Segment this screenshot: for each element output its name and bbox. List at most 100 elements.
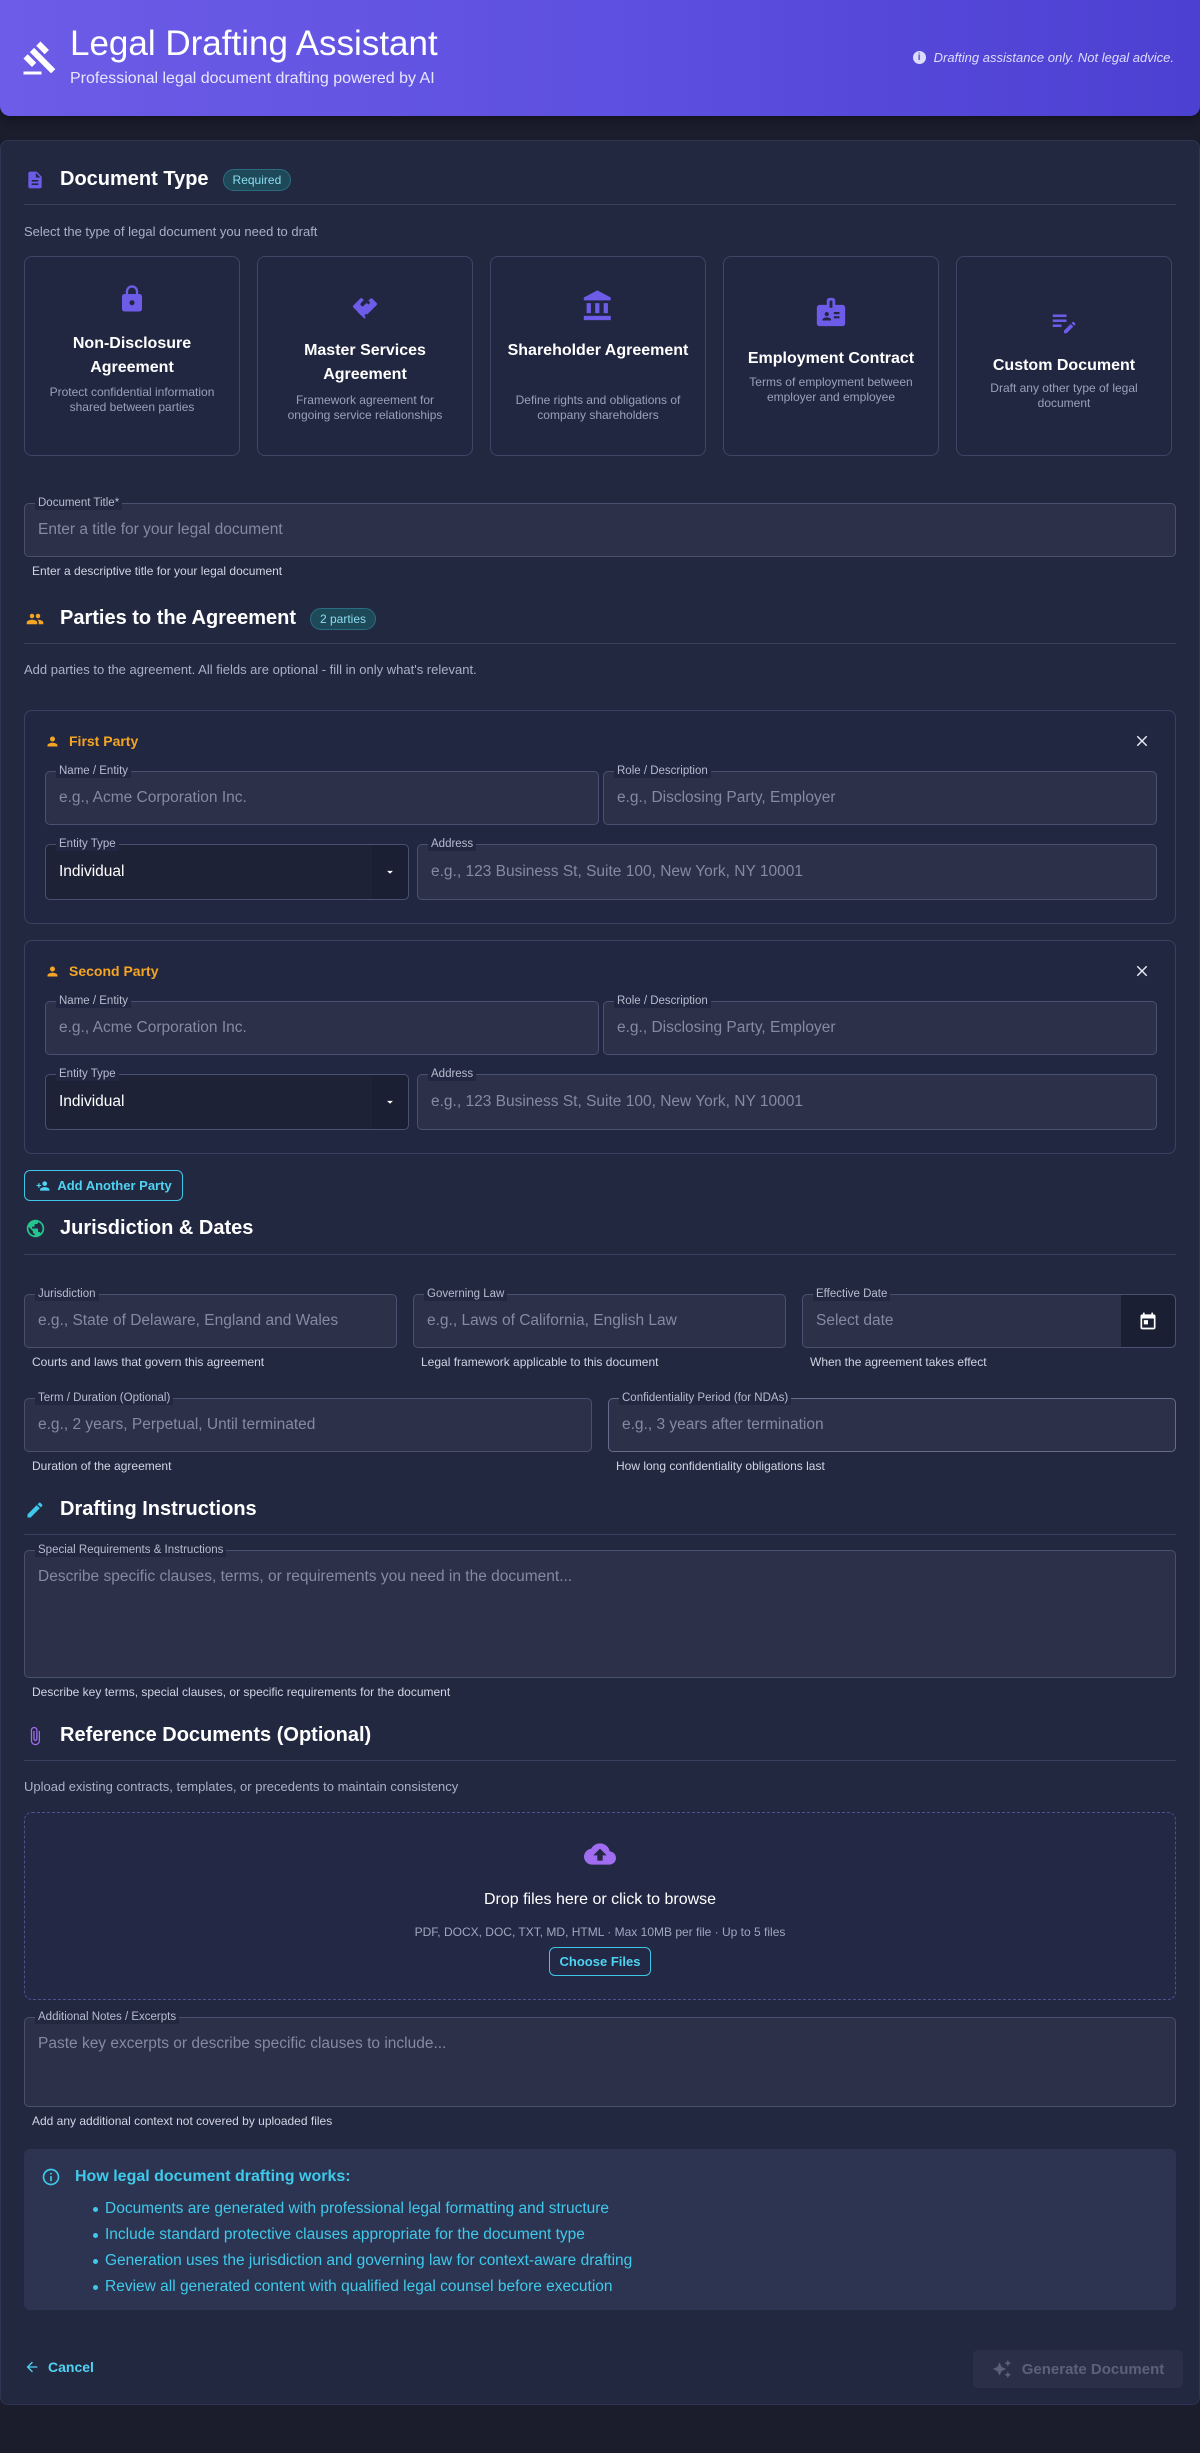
party-address-field[interactable]: Address e.g., 123 Business St, Suite 100…: [417, 837, 1157, 900]
field-label: Entity Type: [56, 837, 119, 851]
field-label: Term / Duration (Optional): [35, 1391, 174, 1405]
form-panel: Document Type Required Select the type o…: [0, 140, 1200, 2405]
chevron-down-icon: [387, 1100, 393, 1104]
party-role-field[interactable]: Role / Description e.g., Disclosing Part…: [603, 994, 1157, 1055]
field-label: Special Requirements & Instructions: [35, 1543, 227, 1557]
gavel-icon: [23, 41, 56, 75]
party-card-first: First Party Name / Entity e.g., Acme Cor…: [24, 710, 1176, 924]
remove-party-close-icon[interactable]: [1133, 732, 1151, 750]
section-title: Drafting Instructions: [60, 1498, 257, 1520]
info-title: How legal document drafting works:: [75, 2168, 351, 2185]
section-description: Select the type of legal document you ne…: [24, 224, 318, 239]
jurisdiction-field[interactable]: Jurisdiction e.g., State of Delaware, En…: [24, 1287, 397, 1348]
dropzone-hint: PDF, DOCX, DOC, TXT, MD, HTML · Max 10MB…: [414, 1925, 786, 1939]
card-title: Employment Contract: [747, 350, 915, 367]
dropdown-button[interactable]: [372, 845, 408, 899]
field-helper: Duration of the agreement: [32, 1459, 172, 1473]
field-placeholder: e.g., State of Delaware, England and Wal…: [38, 1312, 339, 1329]
field-label: Role / Description: [614, 764, 711, 778]
field-placeholder: Describe specific clauses, terms, or req…: [38, 1568, 573, 1585]
card-description: Framework agreement for ongoing service …: [287, 393, 443, 422]
add-party-button[interactable]: Add Another Party: [24, 1170, 183, 1201]
additional-notes-textarea[interactable]: Additional Notes / Excerpts Paste key ex…: [24, 2010, 1176, 2107]
disclaimer-text: Drafting assistance only. Not legal advi…: [933, 50, 1174, 65]
badge-icon: [724, 295, 938, 329]
section-description: Add parties to the agreement. All fields…: [24, 662, 477, 677]
paperclip-icon: [24, 1725, 46, 1747]
party-card-second: Second Party Name / Entity e.g., Acme Co…: [24, 940, 1176, 1154]
field-helper: Enter a descriptive title for your legal…: [32, 564, 283, 578]
field-placeholder: e.g., 123 Business St, Suite 100, New Yo…: [431, 1093, 803, 1110]
card-msa[interactable]: Master Services Agreement Framework agre…: [257, 256, 473, 456]
field-placeholder: e.g., 2 years, Perpetual, Until terminat…: [38, 1416, 316, 1433]
party-count-badge: 2 parties: [310, 607, 377, 630]
person-icon: [47, 736, 58, 746]
section-title: Jurisdiction & Dates: [60, 1217, 254, 1239]
party-address-field[interactable]: Address e.g., 123 Business St, Suite 100…: [417, 1067, 1157, 1130]
document-title-field[interactable]: Document Title* Enter a title for your l…: [24, 496, 1176, 557]
field-placeholder: e.g., Laws of California, English Law: [427, 1312, 677, 1329]
card-description: Define rights and obligations of company…: [515, 393, 681, 422]
remove-party-close-icon[interactable]: [1133, 962, 1151, 980]
choose-files-button[interactable]: Choose Files: [549, 1947, 651, 1976]
pencil-icon: [24, 1499, 46, 1521]
governing-law-field[interactable]: Governing Law e.g., Laws of California, …: [413, 1287, 786, 1348]
dropdown-button[interactable]: [372, 1075, 408, 1129]
entity-type-select[interactable]: Entity Type Individual: [45, 837, 409, 900]
generate-document-button[interactable]: Generate Document: [973, 2350, 1183, 2388]
card-custom[interactable]: Custom Document Draft any other type of …: [956, 256, 1172, 456]
field-placeholder: e.g., Disclosing Party, Employer: [617, 1019, 836, 1036]
sparkle-icon: [992, 2359, 1011, 2379]
app-subtitle: Professional legal document drafting pow…: [70, 70, 435, 87]
globe-icon: [24, 1218, 46, 1240]
chevron-down-icon: [387, 870, 393, 874]
card-description: Draft any other type of legal document: [990, 381, 1138, 410]
divider: [24, 1760, 1176, 1761]
field-placeholder: Enter a title for your legal document: [38, 521, 283, 538]
card-employment[interactable]: Employment Contract Terms of employment …: [723, 256, 939, 456]
effective-date-field[interactable]: Effective Date Select date: [802, 1287, 1176, 1348]
entity-type-select[interactable]: Entity Type Individual: [45, 1067, 409, 1130]
field-label: Additional Notes / Excerpts: [35, 2010, 180, 2024]
divider: [24, 643, 1176, 644]
disclaimer: i Drafting assistance only. Not legal ad…: [912, 50, 1174, 65]
person-icon: [47, 966, 58, 976]
field-label: Governing Law: [424, 1287, 508, 1301]
card-title: Shareholder Agreement: [507, 342, 689, 359]
field-helper: How long confidentiality obligations las…: [616, 1459, 825, 1473]
section-title: Reference Documents (Optional): [60, 1724, 372, 1746]
field-placeholder: e.g., Disclosing Party, Employer: [617, 789, 836, 806]
divider: [24, 204, 1176, 205]
field-label: Role / Description: [614, 994, 711, 1008]
term-duration-field[interactable]: Term / Duration (Optional) e.g., 2 years…: [24, 1391, 592, 1452]
cancel-button[interactable]: Cancel: [24, 2359, 94, 2375]
button-label: Generate Document: [1021, 2360, 1165, 2378]
party-name-field[interactable]: Name / Entity e.g., Acme Corporation Inc…: [45, 764, 599, 825]
button-label: Add Another Party: [57, 1178, 172, 1193]
party-role-field[interactable]: Role / Description e.g., Disclosing Part…: [603, 764, 1157, 825]
date-picker-button[interactable]: [1121, 1295, 1175, 1347]
party-name: First Party: [69, 733, 139, 749]
document-icon: [24, 169, 46, 191]
card-nda[interactable]: Non-Disclosure Agreement Protect confide…: [24, 256, 240, 456]
bank-icon: [491, 289, 705, 323]
person-add-icon: [36, 1180, 50, 1191]
card-shareholder[interactable]: Shareholder Agreement Define rights and …: [490, 256, 706, 456]
party-name-field[interactable]: Name / Entity e.g., Acme Corporation Inc…: [45, 994, 599, 1055]
special-requirements-textarea[interactable]: Special Requirements & Instructions Desc…: [24, 1543, 1176, 1678]
card-description: Protect confidential information shared …: [49, 385, 215, 414]
select-value: Individual: [59, 863, 125, 880]
app-title: Legal Drafting Assistant: [70, 24, 438, 63]
party-heading: First Party: [45, 733, 138, 749]
field-placeholder: Select date: [816, 1312, 894, 1329]
info-item: Review all generated content with qualif…: [92, 2274, 632, 2300]
parties-header: Parties to the Agreement 2 parties: [24, 607, 377, 630]
confidentiality-period-field[interactable]: Confidentiality Period (for NDAs) e.g., …: [608, 1391, 1176, 1452]
file-dropzone[interactable]: Drop files here or click to browse PDF, …: [24, 1812, 1176, 2000]
card-title: Master Services Agreement: [304, 342, 426, 383]
arrow-back-icon: [26, 2361, 38, 2373]
button-label: Choose Files: [559, 1954, 641, 1969]
party-heading: Second Party: [45, 963, 158, 979]
field-label: Name / Entity: [56, 994, 132, 1008]
reference-header: Reference Documents (Optional): [24, 1724, 371, 1747]
